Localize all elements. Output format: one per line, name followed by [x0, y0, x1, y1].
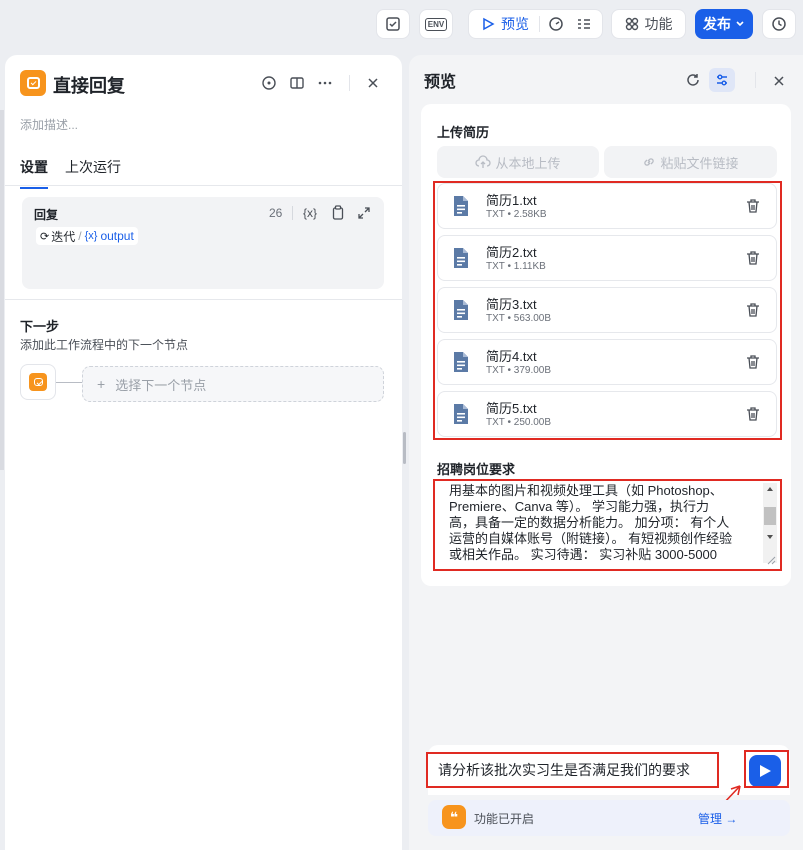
check-history-icon — [386, 17, 400, 31]
history-check-button[interactable] — [376, 9, 410, 39]
refresh-icon[interactable] — [685, 72, 701, 91]
send-highlight — [744, 750, 789, 788]
insert-variable-icon[interactable]: {x} — [303, 206, 317, 220]
card-divider — [292, 206, 293, 220]
target-icon[interactable] — [261, 75, 277, 94]
feature-button[interactable]: 功能 — [611, 9, 686, 39]
header-divider — [755, 72, 756, 88]
variable-icon: {x} — [84, 230, 98, 242]
preview-button[interactable]: 预览 — [501, 14, 529, 34]
files-highlight — [433, 181, 782, 440]
section-divider — [5, 299, 402, 300]
split-view-icon[interactable] — [289, 75, 305, 94]
plus-icon: + — [97, 376, 106, 392]
checklist-icon[interactable] — [576, 16, 592, 32]
copy-icon[interactable] — [331, 205, 345, 223]
publish-label: 发布 — [703, 16, 731, 32]
publish-button[interactable]: 发布 — [695, 9, 753, 39]
toolbar-divider — [539, 16, 540, 32]
select-next-node-label: 选择下一个节点 — [115, 377, 207, 393]
manage-link[interactable]: 管理 → — [698, 810, 737, 827]
feature-icon — [625, 17, 638, 31]
env-icon: ENV — [424, 17, 448, 31]
preview-title: 预览 — [424, 74, 457, 91]
history-icon — [772, 17, 786, 31]
tab-last-run[interactable]: 上次运行 — [65, 157, 121, 177]
link-icon — [644, 158, 655, 166]
requirements-highlight — [433, 479, 782, 571]
feature-bar: ❝ 功能已开启 管理 → — [428, 800, 790, 836]
reply-label: 回复 — [34, 208, 59, 222]
paste-link-button[interactable]: 粘贴文件链接 — [604, 146, 777, 178]
chevron-down-icon — [736, 21, 744, 27]
iteration-chip: 迭代 — [51, 229, 76, 244]
upload-title: 上传简历 — [437, 125, 490, 140]
next-step-title: 下一步 — [20, 319, 60, 334]
paste-link-label: 粘贴文件链接 — [660, 155, 739, 171]
loop-icon: ⟳ — [40, 230, 50, 243]
resize-handle[interactable] — [403, 432, 406, 464]
variables-toggle[interactable] — [709, 68, 735, 92]
quote-icon: ❝ — [442, 805, 466, 829]
upload-local-button[interactable]: 从本地上传 — [437, 146, 599, 178]
upload-local-label: 从本地上传 — [495, 155, 561, 171]
reply-count: 26 — [269, 206, 283, 220]
reply-content[interactable]: ⟳ 迭代 / {x} output — [36, 227, 138, 245]
sliders-icon — [717, 74, 727, 86]
speed-icon[interactable] — [548, 16, 564, 32]
close-preview-icon[interactable] — [773, 75, 785, 90]
output-chip: output — [100, 229, 134, 243]
feature-status: 功能已开启 — [474, 812, 535, 826]
input-highlight — [426, 752, 719, 788]
next-step-desc: 添加此工作流程中的下一个节点 — [20, 338, 189, 352]
version-history-button[interactable] — [762, 9, 796, 39]
tab-settings[interactable]: 设置 — [20, 157, 48, 189]
play-icon[interactable] — [481, 17, 495, 31]
connector-line — [56, 382, 82, 383]
tabs-divider — [5, 185, 402, 186]
panel-title: 直接回复 — [53, 76, 125, 96]
reply-node-icon — [20, 70, 46, 96]
env-button[interactable]: ENV — [419, 9, 453, 39]
close-panel-icon[interactable] — [367, 77, 379, 92]
more-icon[interactable] — [317, 75, 333, 94]
feature-label: 功能 — [644, 16, 673, 32]
description-field[interactable]: 添加描述... — [20, 116, 78, 133]
variable-chip: ⟳ 迭代 / {x} output — [36, 227, 138, 245]
chip-separator: / — [78, 229, 82, 243]
canvas-edge — [0, 110, 4, 470]
cloud-upload-icon — [475, 155, 492, 168]
expand-icon[interactable] — [357, 206, 371, 223]
requirements-title: 招聘岗位要求 — [437, 462, 516, 477]
preview-group: 预览 — [468, 9, 603, 39]
header-divider — [349, 75, 350, 91]
select-next-node[interactable]: + 选择下一个节点 — [82, 366, 384, 402]
current-node-icon — [29, 373, 47, 391]
